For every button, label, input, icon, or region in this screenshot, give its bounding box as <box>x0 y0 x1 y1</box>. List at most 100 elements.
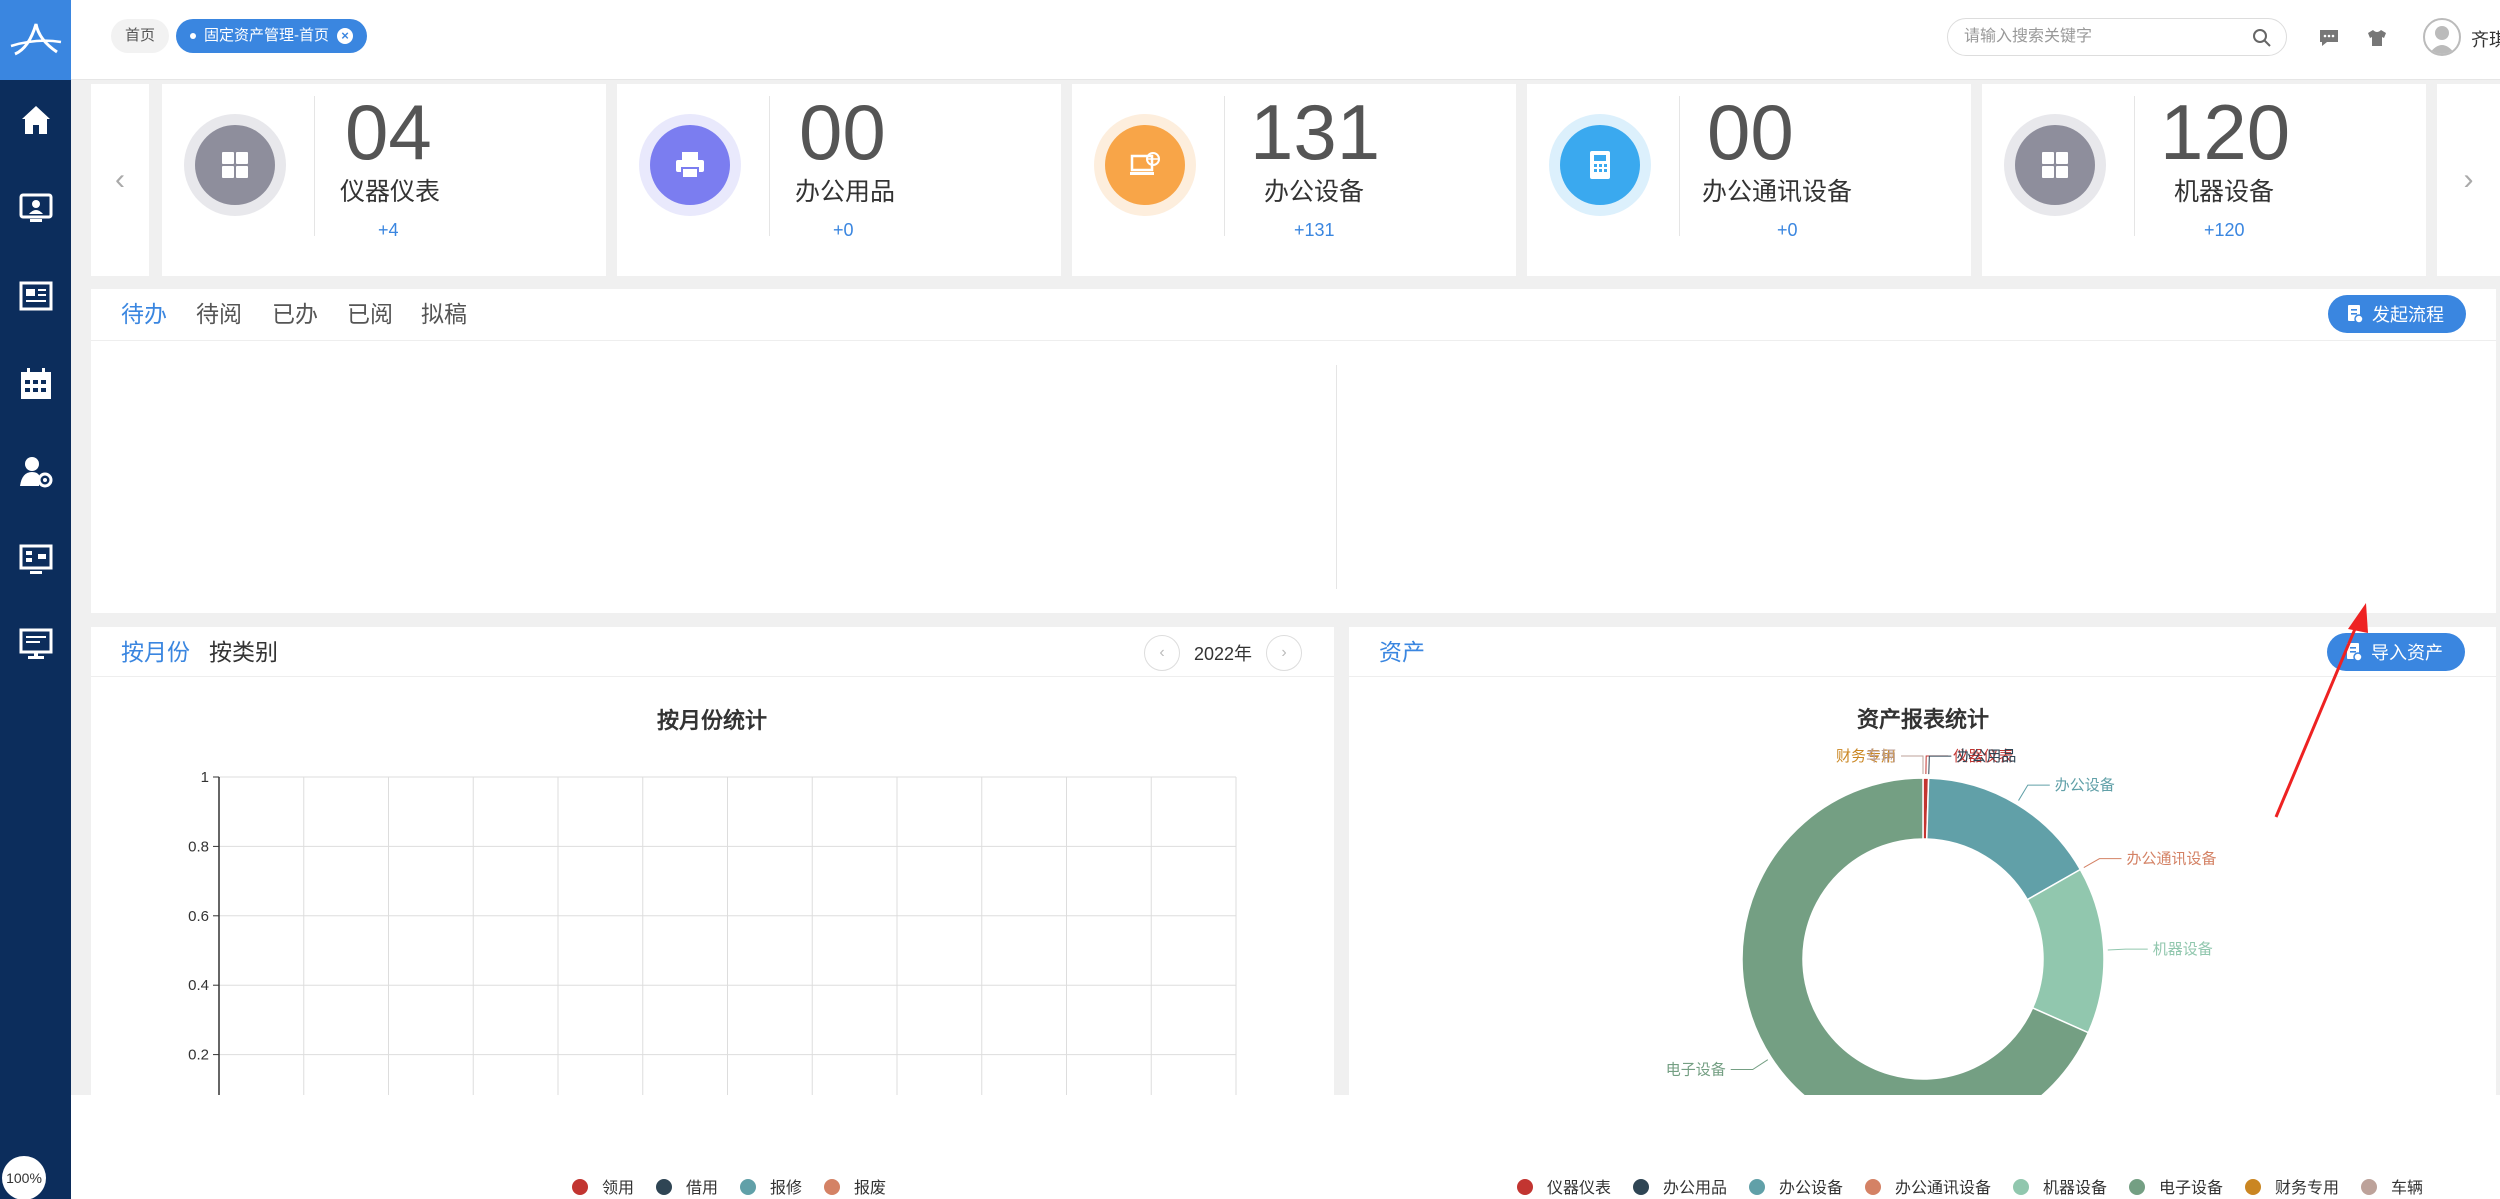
stat-card[interactable]: 131 办公设备 +131 <box>1072 84 1516 276</box>
message-icon <box>2320 30 2338 46</box>
chevron-right-icon: › <box>2463 163 2474 196</box>
stat-card[interactable]: 04 仪器仪表 +4 <box>162 84 606 276</box>
stat-value: 00 <box>1707 88 1794 176</box>
printer-icon <box>676 152 704 179</box>
slice-label-line <box>1730 1059 1769 1071</box>
sidebar-item-calendar[interactable] <box>0 354 71 414</box>
phone-icon <box>1590 151 1610 179</box>
legend-marker <box>1865 1179 1881 1195</box>
close-icon[interactable]: × <box>337 28 353 44</box>
tab-asset-management-home[interactable]: 固定资产管理-首页 × <box>176 19 367 53</box>
news-icon <box>19 281 52 311</box>
legend-label: 领用 <box>602 1179 634 1197</box>
message-button[interactable] <box>2315 24 2343 52</box>
legend-label: 机器设备 <box>2043 1179 2107 1197</box>
y-tick-label: 0.2 <box>188 1047 209 1064</box>
sidebar-item-home[interactable] <box>0 90 71 150</box>
slice-label-line <box>1901 755 1924 774</box>
sidebar-item-user-settings[interactable] <box>0 442 71 502</box>
calendar-icon <box>20 368 51 399</box>
legend-marker <box>1749 1179 1765 1195</box>
stat-value: 00 <box>799 88 886 176</box>
stat-icon-ring <box>184 114 286 216</box>
stat-label: 仪器仪表 <box>340 178 441 206</box>
stat-icon-ring <box>1094 114 1196 216</box>
shirt-icon <box>2368 30 2386 46</box>
stat-icon-circle <box>195 125 275 205</box>
legend-label: 车辆 <box>2391 1179 2423 1197</box>
pie-slice <box>2026 868 2105 1034</box>
legend-marker <box>2013 1179 2029 1195</box>
stat-icon-circle <box>1560 125 1640 205</box>
start-process-label: 发起流程 <box>2372 305 2444 325</box>
stat-icon-circle <box>650 125 730 205</box>
sidebar-item-news[interactable] <box>0 266 71 326</box>
legend-label: 电子设备 <box>2159 1179 2223 1197</box>
chart-title: 资产报表统计 <box>1857 707 1989 732</box>
slice-label-line <box>1901 755 1924 774</box>
search-input[interactable] <box>1964 19 2244 55</box>
presentation-icon <box>19 628 52 659</box>
stat-value: 120 <box>2160 88 2291 176</box>
user-settings-icon <box>19 457 52 488</box>
legend-label: 仪器仪表 <box>1547 1179 1611 1197</box>
stat-card[interactable]: 00 办公通讯设备 +0 <box>1527 84 1971 276</box>
legend-marker <box>740 1179 756 1195</box>
annotation-arrow <box>2274 603 2368 818</box>
divider <box>2134 96 2135 236</box>
sidebar: 100% <box>0 0 71 1199</box>
legend-marker <box>2361 1179 2377 1195</box>
chevron-left-icon: ‹ <box>115 163 125 196</box>
legend-label: 报修 <box>770 1179 802 1197</box>
document-icon <box>2348 305 2364 324</box>
stat-value: 04 <box>345 88 432 176</box>
stat-delta: +0 <box>833 220 854 240</box>
slice-label: 办公设备 <box>2055 777 2115 794</box>
stat-label: 办公设备 <box>1264 178 1365 206</box>
avatar[interactable] <box>2423 18 2461 56</box>
slice-label: 机器设备 <box>2153 941 2213 958</box>
stat-delta: +131 <box>1294 220 1335 240</box>
divider <box>314 96 315 236</box>
stat-card[interactable]: 120 机器设备 +120 <box>1982 84 2426 276</box>
stat-icon-ring <box>1549 114 1651 216</box>
pie-slice <box>1925 777 2082 901</box>
legend-label: 借用 <box>686 1179 718 1197</box>
stats-prev-button[interactable]: ‹ <box>91 84 149 276</box>
sidebar-item-presentation[interactable] <box>0 614 71 674</box>
search-icon[interactable] <box>2252 28 2272 48</box>
theme-button[interactable] <box>2363 24 2391 52</box>
username[interactable]: 齐琪 <box>2471 26 2500 52</box>
stat-label: 办公用品 <box>795 178 896 206</box>
active-dot-icon <box>190 33 196 39</box>
logo[interactable] <box>0 0 71 80</box>
grid-icon <box>2042 152 2068 178</box>
sidebar-item-monitor-user[interactable] <box>0 178 71 238</box>
legend-marker <box>572 1179 588 1195</box>
legend-label: 报废 <box>854 1179 886 1197</box>
tab-to-read[interactable]: 待阅 <box>196 299 242 329</box>
chart-title: 按月份统计 <box>657 708 767 733</box>
y-tick-label: 0.8 <box>188 838 209 855</box>
slice-label: 办公通讯设备 <box>2126 851 2216 868</box>
logo-icon <box>10 23 61 56</box>
tab-draft[interactable]: 拟稿 <box>421 299 467 329</box>
tab-read[interactable]: 已阅 <box>347 299 393 329</box>
sidebar-item-screen-network[interactable] <box>0 530 71 590</box>
legend-marker <box>824 1179 840 1195</box>
start-process-button[interactable]: 发起流程 <box>2328 295 2466 333</box>
divider <box>769 96 770 236</box>
legend-marker <box>1517 1179 1533 1195</box>
stat-delta: +4 <box>378 220 399 240</box>
stat-card[interactable]: 00 办公用品 +0 <box>617 84 1061 276</box>
stats-next-button[interactable]: › <box>2437 84 2500 276</box>
tab-todo[interactable]: 待办 <box>121 299 167 329</box>
search-box <box>1947 18 2287 56</box>
stat-label: 办公通讯设备 <box>1702 178 1853 206</box>
stat-delta: +120 <box>2204 220 2245 240</box>
legend-label: 办公用品 <box>1663 1179 1727 1197</box>
tab-home[interactable]: 首页 <box>111 19 170 53</box>
tab-done[interactable]: 已办 <box>272 299 318 329</box>
top-bar: 首页 固定资产管理-首页 × 齐琪 <box>71 0 2500 80</box>
legend-marker <box>2129 1179 2145 1195</box>
